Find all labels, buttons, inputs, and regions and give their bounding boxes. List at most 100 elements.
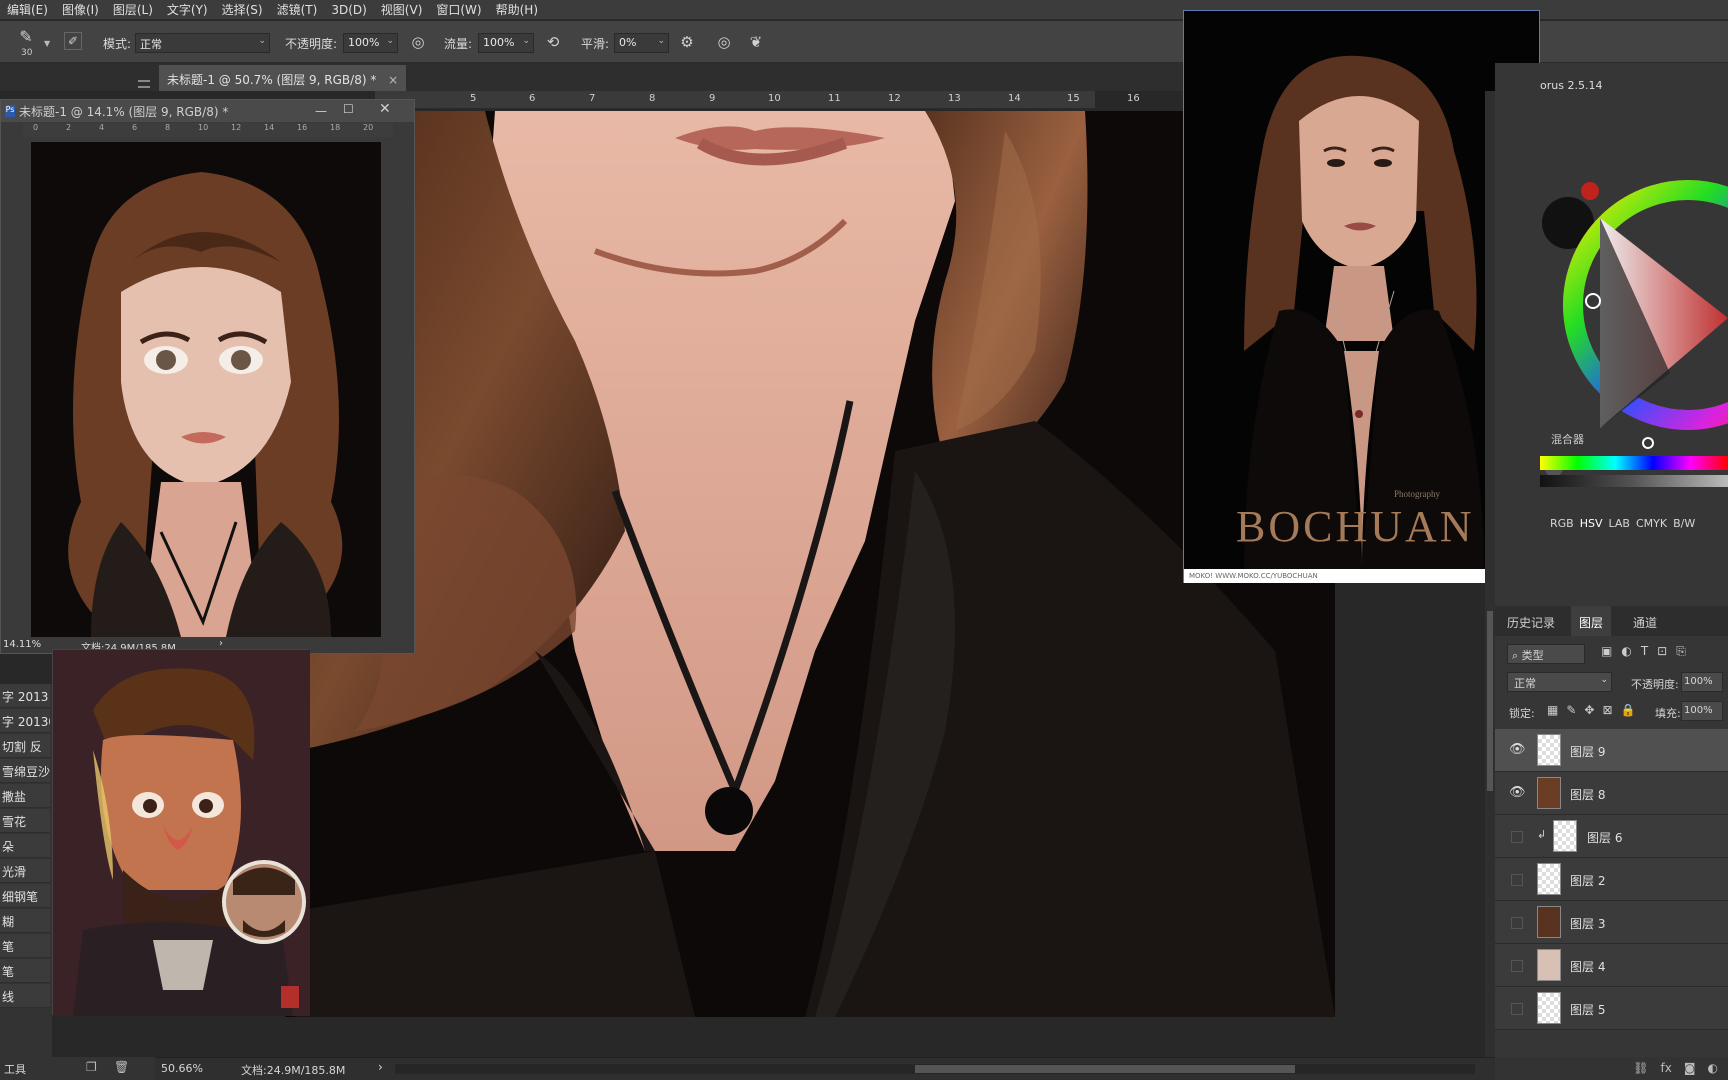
airbrush-icon[interactable]: ⟲: [543, 32, 563, 52]
flow-input[interactable]: 100% ⌄: [478, 33, 534, 53]
brush-item[interactable]: 笔: [0, 959, 50, 983]
chevron-down-icon[interactable]: ▼: [44, 39, 50, 48]
scrollbar-thumb[interactable]: [1487, 611, 1493, 791]
gear-icon[interactable]: ⚙: [677, 32, 697, 52]
brush-item[interactable]: 字 2013: [0, 684, 50, 708]
brush-item[interactable]: 线: [0, 984, 50, 1008]
brush-panel-icon[interactable]: ✐: [64, 32, 82, 50]
type-icon[interactable]: T: [1641, 644, 1648, 659]
smart-object-icon[interactable]: ⎘: [1676, 644, 1686, 659]
layer-row[interactable]: 👁 图层 9: [1495, 729, 1728, 772]
lock-artboard-icon[interactable]: ⊠: [1602, 703, 1612, 717]
adjustment-icon[interactable]: ◐: [1621, 644, 1631, 659]
ruler-tick: 12: [888, 93, 901, 104]
mode-cmyk[interactable]: CMYK: [1636, 517, 1667, 530]
lock-all-icon[interactable]: 🔒: [1621, 703, 1636, 717]
brush-item[interactable]: 光滑: [0, 859, 50, 883]
layer-opacity-input[interactable]: 100%: [1681, 672, 1723, 692]
visibility-toggle[interactable]: [1511, 1003, 1523, 1015]
visibility-toggle[interactable]: [1511, 874, 1523, 886]
close-icon[interactable]: ✕: [379, 101, 391, 117]
image-icon[interactable]: ▣: [1601, 644, 1612, 659]
tab-channels[interactable]: 通道: [1625, 606, 1665, 636]
new-preset-icon[interactable]: ❐: [86, 1060, 97, 1074]
eye-icon[interactable]: 👁: [1509, 785, 1526, 801]
lock-paint-icon[interactable]: ✎: [1566, 703, 1576, 717]
zoom-level[interactable]: 50.66%: [161, 1062, 203, 1075]
menu-edit[interactable]: 编辑(E): [0, 1, 55, 18]
tab-history[interactable]: 历史记录: [1499, 606, 1563, 636]
menu-type[interactable]: 文字(Y): [160, 1, 215, 18]
layer-row[interactable]: 图层 4: [1495, 944, 1728, 987]
opacity-input[interactable]: 100% ⌄: [343, 33, 398, 53]
visibility-toggle[interactable]: [1511, 917, 1523, 929]
adjustment-icon[interactable]: ◐: [1708, 1061, 1718, 1076]
mode-hsv[interactable]: HSV: [1580, 517, 1603, 530]
blend-mode-select[interactable]: 正常 ⌄: [1507, 672, 1612, 692]
menu-view[interactable]: 视图(V): [374, 1, 430, 18]
visibility-toggle[interactable]: [1511, 831, 1523, 843]
brush-item[interactable]: 字 20130: [0, 709, 50, 733]
mode-rgb[interactable]: RGB: [1550, 517, 1574, 530]
color-mode-tabs: RGB HSV LAB CMYK B/W: [1550, 517, 1695, 530]
layer-filter-select[interactable]: ⌕ 类型: [1507, 644, 1585, 664]
layer-row[interactable]: 图层 2: [1495, 858, 1728, 901]
preview-window[interactable]: Ps 未标题-1 @ 14.1% (图层 9, RGB/8) * — ☐ ✕ 0…: [0, 99, 415, 654]
value-slider[interactable]: [1540, 475, 1728, 487]
hue-slider[interactable]: [1540, 456, 1728, 470]
menu-help[interactable]: 帮助(H): [489, 1, 545, 18]
link-icon[interactable]: ⛓: [1633, 1061, 1648, 1076]
brush-item[interactable]: 雪绵豆沙: [0, 759, 50, 783]
scrollbar-thumb[interactable]: [915, 1065, 1295, 1073]
menu-select[interactable]: 选择(S): [215, 1, 270, 18]
symmetry-icon[interactable]: ❦: [746, 32, 766, 52]
lock-transparent-icon[interactable]: ▦: [1547, 703, 1558, 717]
chevron-right-icon[interactable]: ›: [219, 638, 223, 649]
minimize-icon[interactable]: —: [315, 104, 327, 118]
menu-3d[interactable]: 3D(D): [324, 3, 373, 17]
horizontal-scrollbar[interactable]: [395, 1064, 1475, 1074]
trash-icon[interactable]: 🗑: [114, 1060, 129, 1074]
menu-image[interactable]: 图像(I): [55, 1, 106, 18]
smoothing-input[interactable]: 0% ⌄: [614, 33, 669, 53]
mask-icon[interactable]: ◙: [1684, 1061, 1696, 1076]
brush-item[interactable]: 雪花: [0, 809, 50, 833]
lock-move-icon[interactable]: ✥: [1584, 703, 1594, 717]
maximize-icon[interactable]: ☐: [343, 102, 354, 116]
tab-document[interactable]: 未标题-1 @ 50.7% (图层 9, RGB/8) * ×: [159, 65, 407, 91]
eye-icon[interactable]: 👁: [1509, 742, 1526, 758]
vertical-scrollbar[interactable]: [1485, 91, 1495, 1057]
mode-select[interactable]: 正常 ⌄: [135, 33, 270, 53]
photography-text: Photography: [1394, 489, 1440, 499]
layer-row[interactable]: 👁 图层 8: [1495, 772, 1728, 815]
shape-icon[interactable]: ⊡: [1657, 644, 1667, 659]
tab-layers[interactable]: 图层: [1571, 606, 1612, 636]
fill-input[interactable]: 100%: [1681, 701, 1723, 721]
layer-thumbnail: [1537, 863, 1561, 895]
panel-collapse-icon[interactable]: [138, 80, 150, 88]
close-icon[interactable]: ×: [388, 73, 398, 87]
chevron-right-icon[interactable]: ›: [378, 1060, 383, 1074]
preview-titlebar[interactable]: Ps 未标题-1 @ 14.1% (图层 9, RGB/8) * — ☐ ✕: [1, 100, 414, 122]
brush-item[interactable]: 糊: [0, 909, 50, 933]
ruler-tick: 4: [99, 123, 105, 132]
brush-item[interactable]: 切割 反: [0, 734, 50, 758]
visibility-toggle[interactable]: [1511, 960, 1523, 972]
mode-lab[interactable]: LAB: [1609, 517, 1630, 530]
layer-row[interactable]: 图层 3: [1495, 901, 1728, 944]
brush-preset-icon[interactable]: ✎: [16, 27, 36, 47]
menu-window[interactable]: 窗口(W): [429, 1, 488, 18]
layer-row[interactable]: 图层 5: [1495, 987, 1728, 1030]
fx-icon[interactable]: fx: [1661, 1061, 1672, 1076]
pressure-size-icon[interactable]: ◎: [714, 32, 734, 52]
menu-filter[interactable]: 滤镜(T): [270, 1, 325, 18]
layer-thumbnail: [1537, 992, 1561, 1024]
layer-row[interactable]: ↲ 图层 6: [1495, 815, 1728, 858]
brush-item[interactable]: 细钢笔: [0, 884, 50, 908]
brush-item[interactable]: 撒盐: [0, 784, 50, 808]
brush-item[interactable]: 朵: [0, 834, 50, 858]
brush-item[interactable]: 笔: [0, 934, 50, 958]
mode-bw[interactable]: B/W: [1673, 517, 1695, 530]
menu-layer[interactable]: 图层(L): [106, 1, 160, 18]
pressure-opacity-icon[interactable]: ◎: [408, 32, 428, 52]
